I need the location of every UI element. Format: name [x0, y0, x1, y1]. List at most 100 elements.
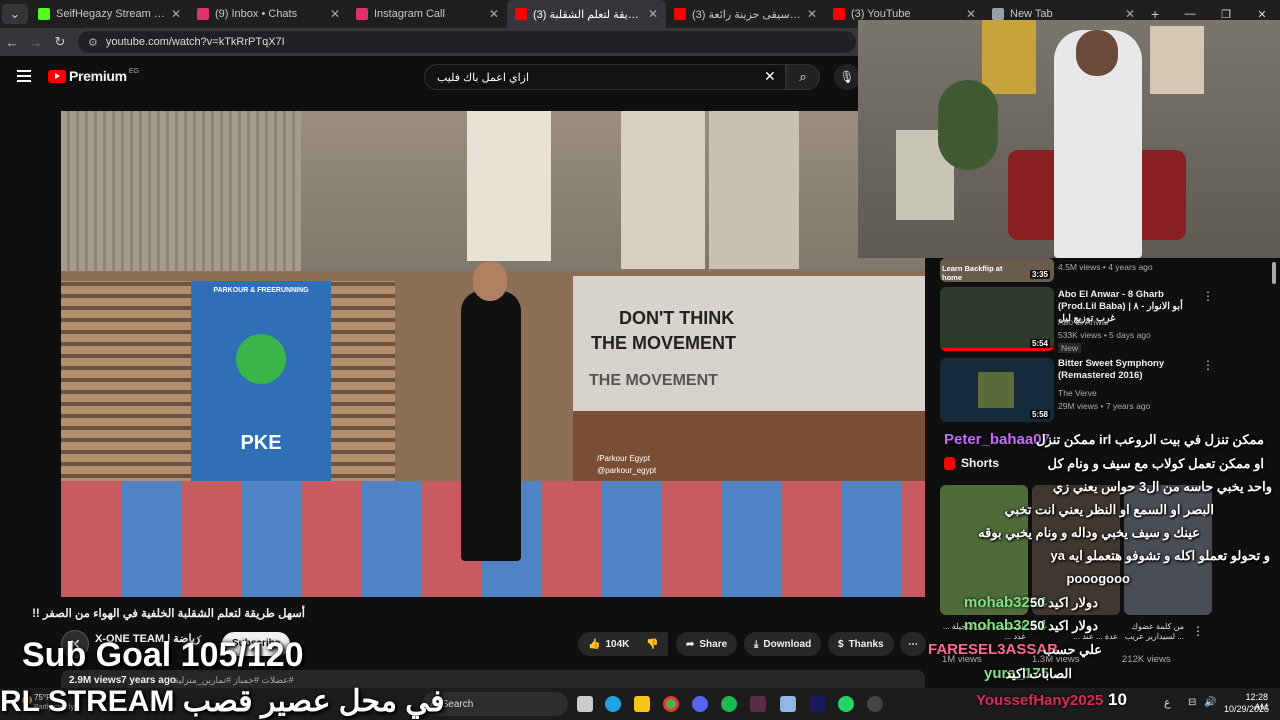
chat-message: البصر او السمع او النظر يعني انت تخبي	[1004, 502, 1214, 517]
whatsapp-icon[interactable]	[838, 696, 854, 712]
sign-line-1: DON'T THINK	[619, 308, 735, 328]
handle-1: /Parkour Egypt	[597, 454, 650, 463]
browser-tab[interactable]: (9) Inbox • Chats ✕	[189, 0, 348, 28]
url-text: youtube.com/watch?v=kTkRrPTqX7I	[105, 36, 285, 48]
youtube-logo[interactable]: Premium EG	[48, 68, 139, 84]
edge-icon[interactable]	[605, 696, 621, 712]
new-badge: New	[1058, 343, 1082, 353]
parkour-label: PARKOUR & FREERUNNING	[213, 287, 309, 294]
close-tab-icon[interactable]: ✕	[171, 7, 181, 21]
close-window-button[interactable]: ✕	[1244, 8, 1280, 21]
volume-icon[interactable]: 🔊	[1204, 697, 1216, 708]
dislike-button[interactable]: 👎	[638, 632, 668, 656]
download-icon: ⤓	[754, 638, 759, 650]
obs-icon[interactable]	[867, 696, 883, 712]
hamburger-menu-icon[interactable]	[17, 70, 31, 82]
tab-search-button[interactable]: ⌄	[2, 4, 28, 24]
youtube-icon	[674, 8, 686, 20]
minimize-button[interactable]: —	[1172, 8, 1208, 20]
spotify-icon[interactable]	[721, 696, 737, 712]
sign-line-2: THE MOVEMENT	[591, 333, 737, 353]
ticker-amount: 10	[1108, 690, 1127, 709]
forward-button[interactable]: →	[24, 35, 48, 50]
region-label: EG	[128, 67, 139, 75]
thanks-button[interactable]: $ Thanks	[828, 632, 894, 656]
instagram-icon	[197, 8, 209, 20]
more-options-icon[interactable]: ⋮	[1202, 358, 1214, 372]
task-view-icon[interactable]	[577, 696, 593, 712]
thumbs-up-icon: 👍	[588, 638, 601, 650]
chat-username: Peter_bahaa07	[944, 431, 1050, 448]
clock-date[interactable]: 10/29/2025	[1224, 704, 1269, 714]
search-value: ازاي اعمل باك فليب	[437, 71, 530, 84]
chat-message: الصابات اكيد	[1005, 666, 1072, 681]
tab-title: (3) موسيقى حزينة رائعة، YouTube	[692, 8, 803, 21]
poster-frame	[982, 20, 1036, 94]
sign-line-3: THE MOVEMENT	[589, 372, 718, 389]
browser-tab[interactable]: (3) أسهل طريقة لتعلم الشقلبة ✕	[507, 0, 666, 28]
close-tab-icon[interactable]: ✕	[648, 7, 658, 21]
browser-tab[interactable]: (3) موسيقى حزينة رائعة، YouTube ✕	[666, 0, 825, 28]
taskbar-search-label: Search	[441, 698, 474, 710]
reload-button[interactable]: ↻	[48, 34, 72, 50]
network-icon[interactable]: ⊟	[1188, 697, 1196, 708]
chat-message: دولار اكيد 50	[1030, 618, 1098, 633]
voice-search-button[interactable]: 🎙	[834, 64, 860, 90]
close-tab-icon[interactable]: ✕	[330, 7, 340, 21]
clear-search-icon[interactable]: ✕	[764, 68, 776, 85]
related-video-3[interactable]: 5:58 Bitter Sweet Symphony (Remastered 2…	[940, 356, 1270, 422]
app-icon[interactable]	[750, 696, 766, 712]
duration-badge: 3:35	[1029, 270, 1050, 279]
discord-icon[interactable]	[692, 696, 708, 712]
language-indicator[interactable]: ع	[1164, 696, 1171, 709]
thanks-icon: $	[838, 638, 844, 650]
thumbs-down-icon: 👎	[646, 638, 659, 650]
banner-parkour: PARKOUR & FREERUNNING PKE	[191, 281, 331, 486]
search-input[interactable]: ازاي اعمل باك فليب	[424, 64, 786, 90]
related-thumbnail: 5:54	[940, 287, 1054, 351]
related-channel: Abo El Anwar	[1058, 317, 1110, 327]
performer	[461, 291, 521, 561]
video-player[interactable]: PARKOUR & FREERUNNING PKE DON'T THINK TH…	[61, 111, 925, 597]
chat-message: ممكن تنزل في بيت الروعب irl ممكن تنزل	[1036, 432, 1264, 447]
close-tab-icon[interactable]: ✕	[807, 7, 817, 21]
chrome-icon[interactable]	[663, 696, 679, 712]
youtube-play-icon	[48, 69, 66, 83]
more-options-icon[interactable]: ⋮	[1202, 289, 1214, 303]
file-explorer-icon[interactable]	[634, 696, 650, 712]
wall-poster	[621, 111, 705, 269]
like-count: 104K	[605, 638, 630, 650]
sidebar-scrollbar[interactable]	[1272, 262, 1276, 284]
related-video-1[interactable]: Learn Backflip at home 3:35 4.5M views •…	[940, 258, 1270, 284]
site-info-icon[interactable]: ⚙	[88, 36, 98, 49]
close-tab-icon[interactable]: ✕	[489, 7, 499, 21]
share-icon: ➦	[686, 638, 695, 650]
browser-tab[interactable]: SeifHegazy Stream - Watch Live ✕	[30, 0, 189, 28]
search-button[interactable]: ⌕	[786, 64, 820, 90]
tab-title: (3) أسهل طريقة لتعلم الشقلبة	[533, 8, 644, 21]
related-video-2[interactable]: 5:54 Abo El Anwar - 8 Gharb (Prod.Lil Ba…	[940, 287, 1270, 353]
more-actions-button[interactable]: ⋯	[900, 632, 926, 656]
thumb-text: Learn Backflip at home	[942, 264, 1003, 282]
share-button[interactable]: ➦ Share	[676, 632, 738, 656]
related-channel: The Verve	[1058, 388, 1097, 398]
download-button[interactable]: ⤓ Download	[744, 632, 822, 656]
back-button[interactable]: ←	[0, 35, 24, 50]
shorts-header: Shorts	[944, 456, 999, 470]
related-meta: 29M views • 7 years ago	[1058, 401, 1151, 411]
sub-goal: Sub Goal 105/120	[22, 636, 304, 674]
tab-title: SeifHegazy Stream - Watch Live	[56, 8, 167, 20]
duration-badge: 5:58	[1029, 410, 1050, 419]
handle-2: @parkour_egypt	[597, 466, 657, 475]
url-field[interactable]: ⚙ youtube.com/watch?v=kTkRrPTqX7I	[78, 31, 856, 53]
short-more-icon[interactable]: ⋮	[1192, 624, 1204, 638]
close-tab-icon[interactable]: ✕	[966, 7, 976, 21]
maximize-button[interactable]: ❐	[1208, 8, 1244, 21]
tab-title: Instagram Call	[374, 8, 445, 20]
address-bar-row: ← → ↻ ⚙ youtube.com/watch?v=kTkRrPTqX7I	[0, 28, 860, 56]
browser-tab[interactable]: Instagram Call ✕	[348, 0, 507, 28]
close-tab-icon[interactable]: ✕	[1125, 7, 1135, 21]
notepad-icon[interactable]	[780, 696, 796, 712]
download-label: Download	[763, 638, 812, 650]
premiere-icon[interactable]	[809, 696, 825, 712]
